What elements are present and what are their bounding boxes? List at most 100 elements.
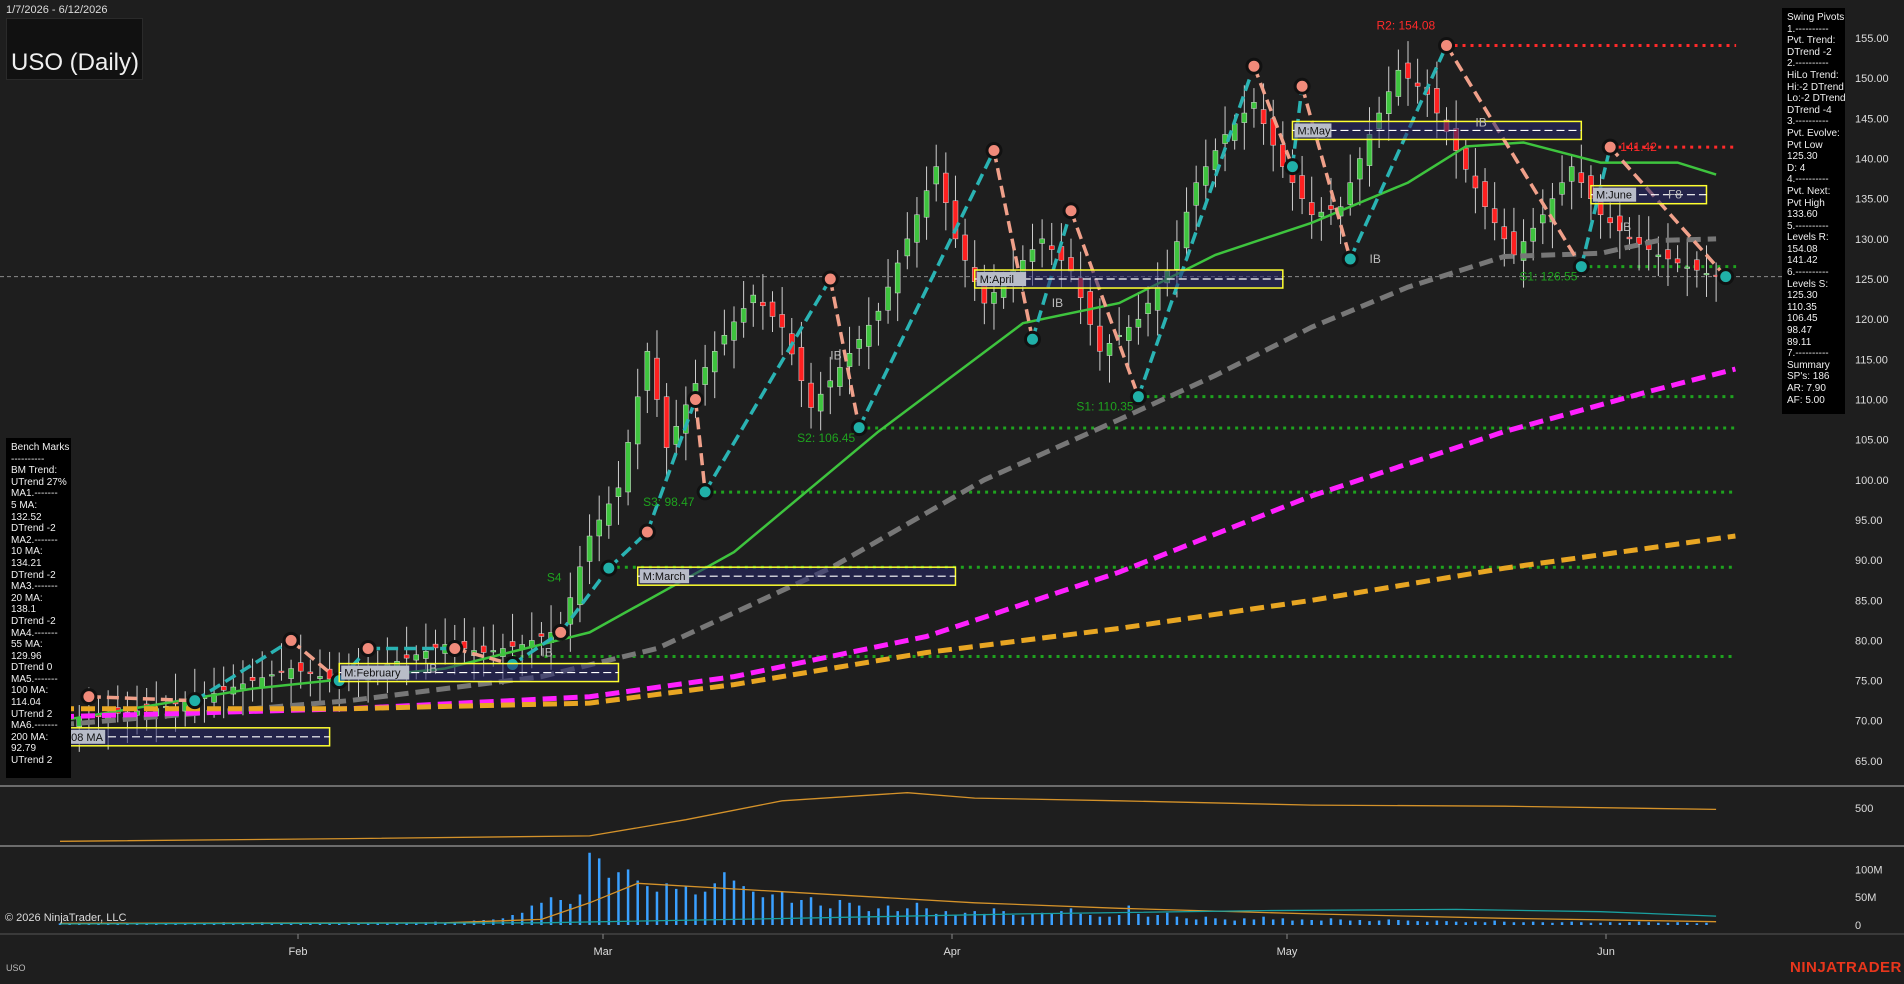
- benchmarks-line: MA6.-------: [11, 720, 58, 732]
- ib-label: IB: [1475, 115, 1486, 129]
- y-tick-label: 75.00: [1855, 676, 1883, 688]
- pivot-high-marker: [821, 270, 839, 288]
- candle-body: [577, 566, 583, 606]
- candle-body: [480, 645, 487, 653]
- candle-body: [933, 166, 939, 185]
- swing_pivots-line: 89.11: [1787, 336, 1812, 348]
- candle-body: [856, 339, 862, 349]
- candle-body: [317, 676, 323, 679]
- candle-body: [1318, 211, 1325, 218]
- benchmarks-line: DTrend -2: [11, 523, 56, 535]
- ib-label: IB: [830, 348, 841, 362]
- volume-axis-label: 0: [1855, 920, 1861, 932]
- candle-body: [1260, 109, 1267, 124]
- y-tick-label: 95.00: [1855, 515, 1883, 527]
- pivot-low-marker: [696, 483, 714, 501]
- chart-canvas: 65.00 70.00 75.00 80.00 85.00 90.00 95.00 100.0…: [0, 18, 1904, 958]
- candle-body: [1540, 214, 1546, 224]
- support-level-label: S1: 126.55: [1519, 270, 1577, 284]
- candle-body: [1135, 318, 1142, 328]
- pivot-high-marker: [552, 623, 570, 641]
- candle-body: [1511, 231, 1517, 256]
- candle-body: [606, 503, 612, 526]
- swing_pivots-line: 3.----------: [1787, 116, 1829, 128]
- y-tick-label: 145.00: [1855, 113, 1889, 125]
- date-range: 1/7/2026 - 6/12/2026: [6, 4, 108, 16]
- swing_pivots-line: Swing Pivots: [1787, 12, 1845, 23]
- candle-body: [1491, 208, 1498, 224]
- candle-body: [750, 294, 757, 304]
- x-tick-label: May: [1277, 946, 1298, 958]
- candle-body: [259, 677, 265, 688]
- candle-body: [1655, 254, 1662, 258]
- candle-body: [894, 262, 901, 294]
- swing-pivots-panel: Swing Pivots 1.---------- Pvt. Trend: DTren…: [1782, 8, 1846, 414]
- benchmarks-panel: Bench Marks ---------- BM Trend: UTrend 27%…: [6, 438, 71, 778]
- candle-body: [634, 396, 641, 445]
- benchmarks-line: UTrend 27%: [11, 476, 67, 488]
- benchmarks-line: BM Trend:: [11, 465, 58, 477]
- candle-body: [1414, 82, 1421, 87]
- support-level-label: S2: 106.45: [797, 431, 855, 445]
- benchmarks-line: MA4.-------: [11, 627, 58, 639]
- benchmarks-line: 200 MA:: [11, 731, 49, 743]
- y-tick-label: 85.00: [1855, 595, 1883, 607]
- benchmarks-line: MA3.-------: [11, 581, 58, 593]
- pivot-high-marker: [359, 639, 377, 657]
- candle-body: [1434, 88, 1440, 114]
- swing_pivots-line: HiLo Trend:: [1787, 69, 1839, 81]
- candle-body: [1039, 238, 1045, 244]
- candle-body: [269, 674, 275, 677]
- benchmarks-line: UTrend 2: [11, 708, 53, 720]
- candle-body: [817, 393, 824, 412]
- candle-body: [904, 238, 911, 257]
- swing_pivots-line: 7.----------: [1787, 348, 1829, 360]
- candle-body: [943, 172, 949, 203]
- y-tick-label: 135.00: [1855, 194, 1889, 206]
- chart-title-box: USO (Daily): [6, 18, 143, 80]
- candle-body: [769, 301, 776, 317]
- y-tick-label: 80.00: [1855, 635, 1883, 647]
- swing_pivots-line: 125.30: [1787, 151, 1818, 163]
- benchmarks-line: MA2.-------: [11, 534, 58, 546]
- pivot-high-marker: [1245, 57, 1263, 75]
- support-level-label: S4: [547, 570, 562, 584]
- candle-body: [1048, 245, 1055, 250]
- y-tick-label: 125.00: [1855, 274, 1889, 286]
- resistance-level-label: R2: 154.08: [1377, 18, 1436, 32]
- candle-body: [490, 650, 497, 653]
- candle-body: [962, 234, 968, 261]
- monthly-range-label: M:February: [344, 668, 401, 680]
- y-tick-label: 120.00: [1855, 314, 1889, 326]
- pivot-low-marker: [1341, 250, 1359, 268]
- x-tick-label: Mar: [594, 946, 613, 958]
- ib-label: F8: [1668, 188, 1682, 202]
- pivot-high-marker: [985, 142, 1003, 160]
- swing_pivots-line: 141.42: [1787, 255, 1818, 267]
- candle-body: [1684, 266, 1690, 269]
- pivot-low-marker: [600, 559, 618, 577]
- swing_pivots-line: AF: 5.00: [1787, 394, 1825, 406]
- resistance-level-label: 141.42: [1620, 140, 1657, 154]
- candle-body: [808, 382, 814, 408]
- benchmarks-line: MA1.-------: [11, 488, 58, 500]
- candle-body: [625, 442, 631, 493]
- swing_pivots-line: DTrend -2: [1787, 46, 1832, 58]
- candle-body: [1347, 182, 1353, 205]
- swing_pivots-line: Pvt. Evolve:: [1787, 127, 1840, 139]
- candle-body: [1703, 273, 1710, 276]
- volume-axis-label: 100M: [1855, 864, 1883, 876]
- brand-logo: NINJATRADER: [1790, 959, 1902, 976]
- candle-body: [740, 308, 747, 323]
- swing-line: [88, 694, 195, 703]
- swing_pivots-line: Levels R:: [1787, 232, 1829, 244]
- candle-body: [403, 654, 410, 659]
- candle-body: [1405, 62, 1411, 79]
- candle-body: [1395, 69, 1402, 97]
- swing_pivots-line: Pvt High: [1787, 197, 1825, 209]
- y-tick-label: 100.00: [1855, 475, 1889, 487]
- volume-axis-label: 50M: [1855, 892, 1876, 904]
- y-tick-label: 70.00: [1855, 716, 1883, 728]
- candle-body: [1607, 217, 1613, 224]
- candle-body: [1530, 227, 1536, 242]
